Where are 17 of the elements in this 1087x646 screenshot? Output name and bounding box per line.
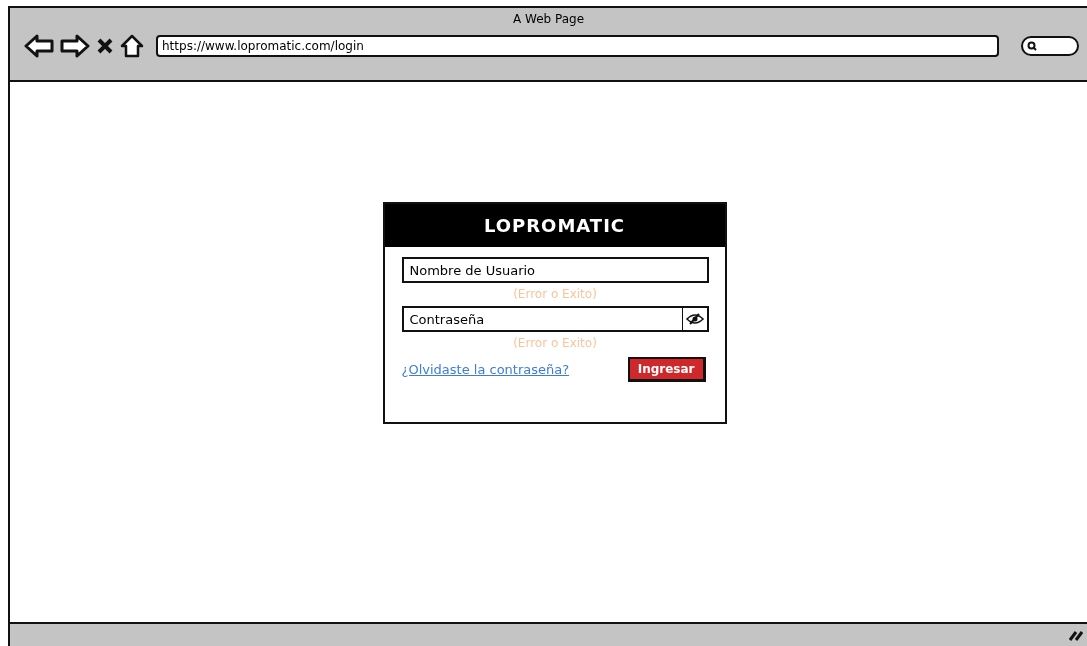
hidden-eye-icon[interactable] xyxy=(685,313,704,325)
forward-icon[interactable] xyxy=(60,34,90,58)
resize-grip-icon xyxy=(1069,629,1083,641)
address-field[interactable]: https://www.lopromatic.com/login xyxy=(156,35,999,57)
validation-message: (Error o Exito) xyxy=(512,335,598,352)
search-field[interactable] xyxy=(1021,36,1079,56)
login-button[interactable]: Ingresar xyxy=(627,357,706,382)
validation-message: (Error o Exito) xyxy=(512,286,598,303)
window-title: A Web Page xyxy=(511,11,586,28)
card-title: LOPROMATIC xyxy=(384,204,725,247)
username-field[interactable]: Nombre de Usuario xyxy=(401,257,709,283)
forgot-password-link[interactable]: ¿Olvidaste la contraseña? xyxy=(401,362,570,377)
close-icon[interactable] xyxy=(96,37,114,55)
back-icon[interactable] xyxy=(24,34,54,58)
home-icon[interactable] xyxy=(120,34,144,58)
password-field[interactable]: Contraseña xyxy=(401,306,709,332)
search-icon xyxy=(1027,41,1037,51)
